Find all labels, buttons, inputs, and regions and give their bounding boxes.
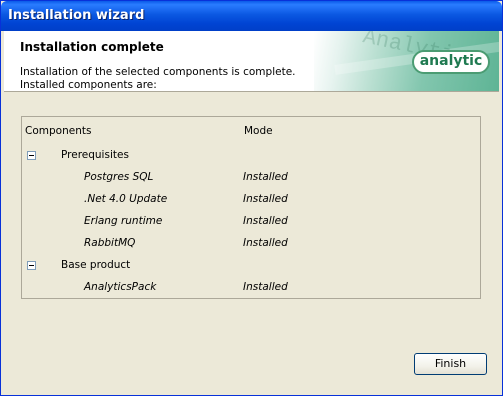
- component-mode: Installed: [243, 171, 288, 183]
- component-name: Postgres SQL: [84, 171, 154, 183]
- column-header-mode: Mode: [244, 125, 273, 137]
- banner-heading: Installation complete: [20, 40, 164, 54]
- installation-wizard-window: Installation wizard Installation complet…: [0, 0, 503, 396]
- group-label: Base product: [61, 259, 131, 271]
- collapse-icon[interactable]: [27, 151, 36, 160]
- group-label: Prerequisites: [61, 149, 129, 161]
- brand-logo: analytic: [412, 50, 490, 74]
- banner-artwork: Analytic analytic: [314, 31, 499, 91]
- window-title: Installation wizard: [8, 8, 145, 23]
- component-name: Erlang runtime: [84, 215, 163, 227]
- title-bar[interactable]: Installation wizard: [1, 1, 502, 31]
- component-name: AnalyticsPack: [84, 281, 157, 293]
- component-mode: Installed: [243, 237, 288, 249]
- header-banner: Installation complete Installation of th…: [4, 31, 499, 92]
- finish-button[interactable]: Finish: [414, 353, 487, 375]
- component-name: RabbitMQ: [84, 237, 136, 249]
- component-mode: Installed: [243, 215, 288, 227]
- components-panel: Components Mode Prerequisites Postgres S…: [21, 116, 481, 299]
- column-header-components: Components: [25, 125, 92, 137]
- component-mode: Installed: [243, 281, 288, 293]
- component-name: .Net 4.0 Update: [84, 193, 168, 205]
- component-mode: Installed: [243, 193, 288, 205]
- collapse-icon[interactable]: [27, 261, 36, 270]
- banner-description: Installation of the selected components …: [20, 66, 296, 91]
